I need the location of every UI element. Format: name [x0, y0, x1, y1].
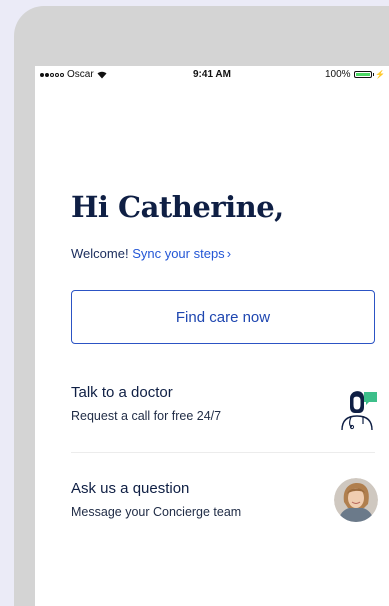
item-title: Talk to a doctor	[71, 384, 173, 401]
welcome-text: Welcome!	[71, 246, 129, 261]
sync-steps-link[interactable]: Sync your steps ›	[132, 246, 231, 261]
charging-bolt-icon: ⚡	[375, 70, 385, 79]
chevron-right-icon: ›	[226, 246, 232, 261]
sync-steps-label: Sync your steps	[132, 246, 225, 261]
talk-to-doctor-item[interactable]: Talk to a doctor Request a call for free…	[71, 384, 377, 430]
item-subtitle: Request a call for free 24/7	[71, 409, 222, 423]
phone-frame: Oscar 9:41 AM 100% ⚡ Hi Catherine, Welco…	[14, 6, 389, 606]
welcome-line: Welcome! Sync your steps ›	[71, 246, 231, 261]
doctor-chat-icon	[341, 391, 377, 430]
item-subtitle: Message your Concierge team	[71, 505, 242, 519]
list-divider	[71, 452, 375, 453]
status-right: 100% ⚡	[325, 69, 385, 80]
app-screen: Oscar 9:41 AM 100% ⚡ Hi Catherine, Welco…	[35, 66, 389, 606]
concierge-avatar	[334, 478, 378, 522]
status-bar: Oscar 9:41 AM 100% ⚡	[35, 66, 389, 82]
battery-icon: ⚡	[353, 70, 385, 79]
find-care-button[interactable]: Find care now	[71, 290, 375, 344]
ask-question-item[interactable]: Ask us a question Message your Concierge…	[71, 478, 378, 522]
greeting-title: Hi Catherine,	[71, 190, 284, 224]
item-title: Ask us a question	[71, 480, 190, 497]
battery-percentage: 100%	[324, 69, 351, 80]
